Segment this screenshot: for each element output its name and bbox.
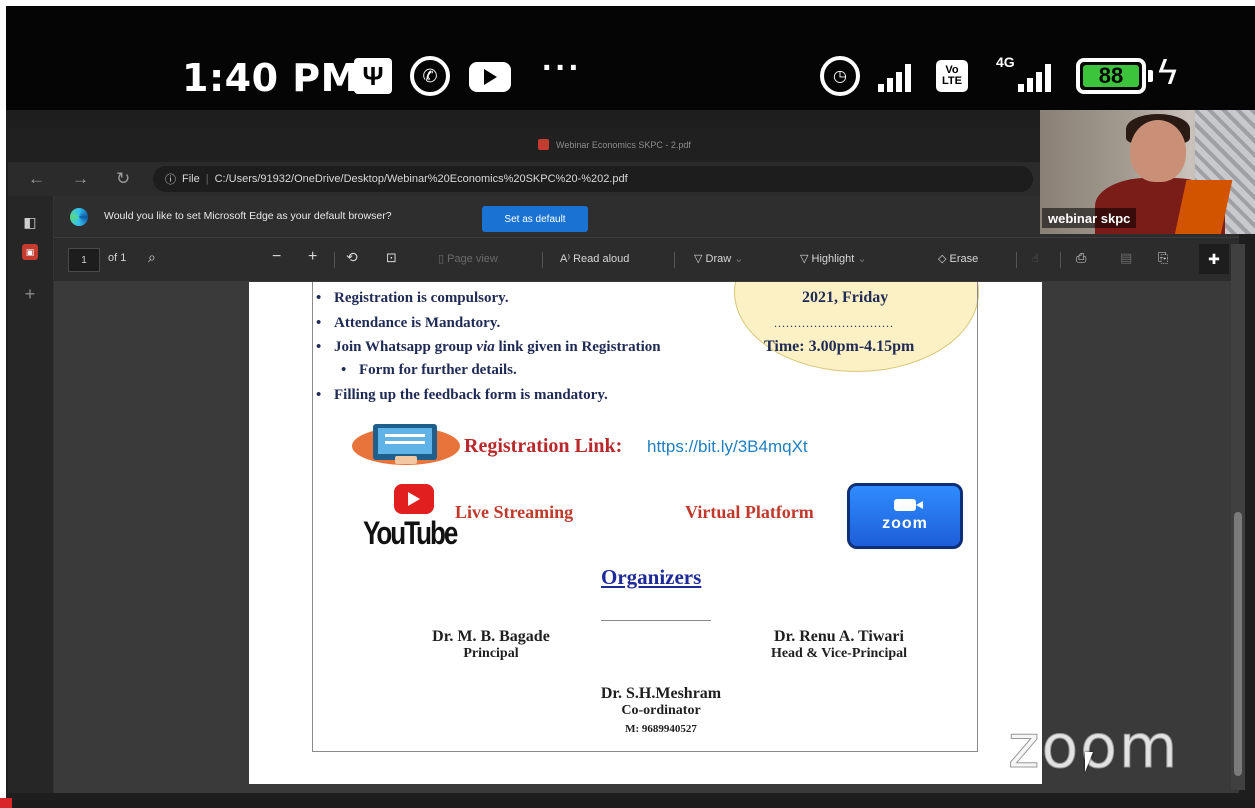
page-number-input[interactable]: 1	[68, 248, 100, 272]
pin-toolbar-icon[interactable]: ✚	[1199, 244, 1229, 274]
participant-name-label: webinar skpc	[1042, 208, 1137, 228]
scrollbar-thumb[interactable]	[1234, 512, 1242, 776]
organizer-role: Co-ordinator	[621, 703, 701, 718]
whatsapp-icon: ✆	[410, 56, 450, 96]
organizers-heading: Organizers	[601, 565, 702, 589]
organizers-divider	[601, 620, 711, 621]
participant-face	[1130, 120, 1186, 182]
organizer-name: Dr. S.H.Meshram	[600, 685, 722, 702]
volte-icon: Vo LTE	[936, 60, 968, 92]
organizer-role: Principal	[463, 646, 519, 661]
mouse-cursor-icon	[1085, 752, 1093, 772]
charging-icon: ϟ	[1158, 51, 1178, 92]
fit-page-icon[interactable]: ⊡	[386, 250, 397, 266]
zoom-in-icon[interactable]: +	[308, 248, 317, 266]
page-view-button[interactable]: ▯ Page view	[438, 252, 498, 265]
touch-icon[interactable]: ☝	[1032, 252, 1039, 265]
highlight-label: Highlight	[811, 253, 855, 265]
erase-button[interactable]: ◇ Erase	[938, 252, 978, 265]
highlight-button[interactable]: ▽ Highlight ⌄	[800, 252, 867, 265]
battery-icon: 88	[1076, 58, 1146, 94]
toolbar-separator	[674, 252, 675, 268]
toolbar-separator	[1060, 252, 1061, 268]
organizer-coordinator: Dr. S.H.Meshram Co-ordinator M: 96899405…	[571, 685, 751, 735]
zoom-watermark: zoom	[1007, 712, 1180, 783]
pdf-scrollbar[interactable]	[1231, 244, 1245, 790]
print-icon[interactable]: ⎙	[1076, 250, 1086, 266]
status-time: 1:40 PM	[182, 56, 359, 100]
set-default-button[interactable]: Set as default	[482, 206, 588, 232]
pdf-page: Registration is compulsory. Attendance i…	[249, 282, 1042, 784]
forward-arrow-icon[interactable]: →	[72, 169, 89, 189]
back-arrow-icon[interactable]: ←	[28, 169, 45, 189]
phone-status-bar: 1:40 PM Ψ ✆ ··· ◷ Vo LTE 4G 88 ϟ	[6, 6, 1255, 110]
page-total: of 1	[108, 252, 127, 264]
address-bar[interactable]: ⓘ File | C:/Users/91932/OneDrive/Desktop…	[153, 166, 1033, 192]
vertical-tabs-sidebar: ◧ ▣ +	[8, 196, 54, 793]
pdf-tab-icon[interactable]: ▣	[22, 244, 38, 260]
youtube-play-icon	[394, 484, 434, 514]
event-date: 2021, Friday	[802, 289, 889, 306]
rotate-icon[interactable]: ⟲	[346, 249, 358, 266]
search-icon[interactable]: ⌕	[148, 249, 156, 266]
recording-indicator	[0, 798, 12, 808]
registration-link[interactable]: https://bit.ly/3B4mqXt	[647, 437, 808, 457]
zoom-out-icon[interactable]: −	[272, 248, 281, 266]
usb-icon: Ψ	[354, 58, 392, 94]
live-streaming-label: Live Streaming	[455, 502, 574, 522]
organizer-principal: Dr. M. B. Bagade Principal	[401, 628, 581, 662]
banner-text: Would you like to set Microsoft Edge as …	[104, 210, 392, 222]
zoom-logo-text: zoom	[882, 515, 928, 532]
refresh-icon[interactable]: ↻	[116, 169, 130, 189]
toolbar-separator	[542, 252, 543, 268]
pdf-tab-icon	[538, 139, 549, 150]
virtual-platform-label: Virtual Platform	[685, 502, 814, 522]
dotted-separator: ..............................	[774, 316, 894, 330]
organizer-name: Dr. M. B. Bagade	[432, 628, 550, 645]
toolbar-separator	[1016, 252, 1017, 268]
bullet-whatsapp-continued: Form for further details.	[341, 362, 517, 379]
registration-tablet-icon	[352, 424, 460, 465]
more-notifications-icon: ···	[542, 48, 582, 87]
info-icon: ⓘ	[165, 174, 176, 186]
youtube-notification-icon	[469, 62, 511, 92]
signal-bars-icon	[878, 62, 911, 92]
zoom-logo: zoom	[847, 483, 963, 549]
bottom-strip	[0, 800, 1255, 808]
toolbar-separator	[334, 252, 335, 268]
draw-label: Draw	[705, 253, 732, 265]
organizer-name: Dr. Renu A. Tiwari	[774, 628, 904, 645]
tab-actions-icon[interactable]: ◧	[22, 214, 38, 230]
bullet-attendance: Attendance is Mandatory.	[316, 315, 500, 332]
zoom-camera-icon	[894, 499, 923, 511]
signal-bars-2-icon	[1018, 62, 1051, 92]
network-type-label: 4G	[996, 54, 1015, 70]
window-title: Webinar Economics SKPC - 2.pdf	[556, 140, 691, 150]
erase-label: Erase	[949, 253, 979, 265]
organizer-phone: M: 9689940527	[625, 723, 697, 735]
address-url: C:/Users/91932/OneDrive/Desktop/Webinar%…	[214, 173, 628, 185]
battery-level: 88	[1083, 63, 1139, 88]
organizer-role: Head & Vice-Principal	[770, 646, 908, 661]
new-tab-icon[interactable]: +	[22, 284, 38, 304]
address-scheme: File	[182, 173, 200, 185]
save-as-icon[interactable]: ⎘	[1158, 250, 1168, 266]
bullet-registration: Registration is compulsory.	[316, 290, 509, 307]
draw-button[interactable]: ▽ Draw ⌄	[694, 252, 743, 265]
battery-tip	[1148, 70, 1153, 82]
page-view-label: Page view	[447, 253, 498, 265]
address-separator: |	[205, 173, 209, 185]
organizer-vice-principal: Dr. Renu A. Tiwari Head & Vice-Principal	[729, 628, 949, 662]
youtube-wordmark: YouTube	[363, 514, 458, 552]
pdf-toolbar: 1 of 1 ⌕ − + ⟲ ⊡ ▯ Page view A⁾ Read alo…	[54, 238, 1239, 282]
registration-label: Registration Link:	[464, 435, 623, 457]
bullet-whatsapp: Join Whatsapp group via link given in Re…	[316, 339, 661, 356]
read-aloud-label: Read aloud	[573, 253, 630, 265]
event-time: Time: 3.00pm-4.15pm	[764, 338, 915, 355]
edge-logo-icon	[70, 208, 88, 226]
bullet-feedback: Filling up the feedback form is mandator…	[316, 387, 608, 404]
alarm-icon: ◷	[820, 56, 860, 96]
read-aloud-button[interactable]: A⁾ Read aloud	[560, 252, 629, 265]
save-icon[interactable]: ▤	[1120, 250, 1132, 266]
